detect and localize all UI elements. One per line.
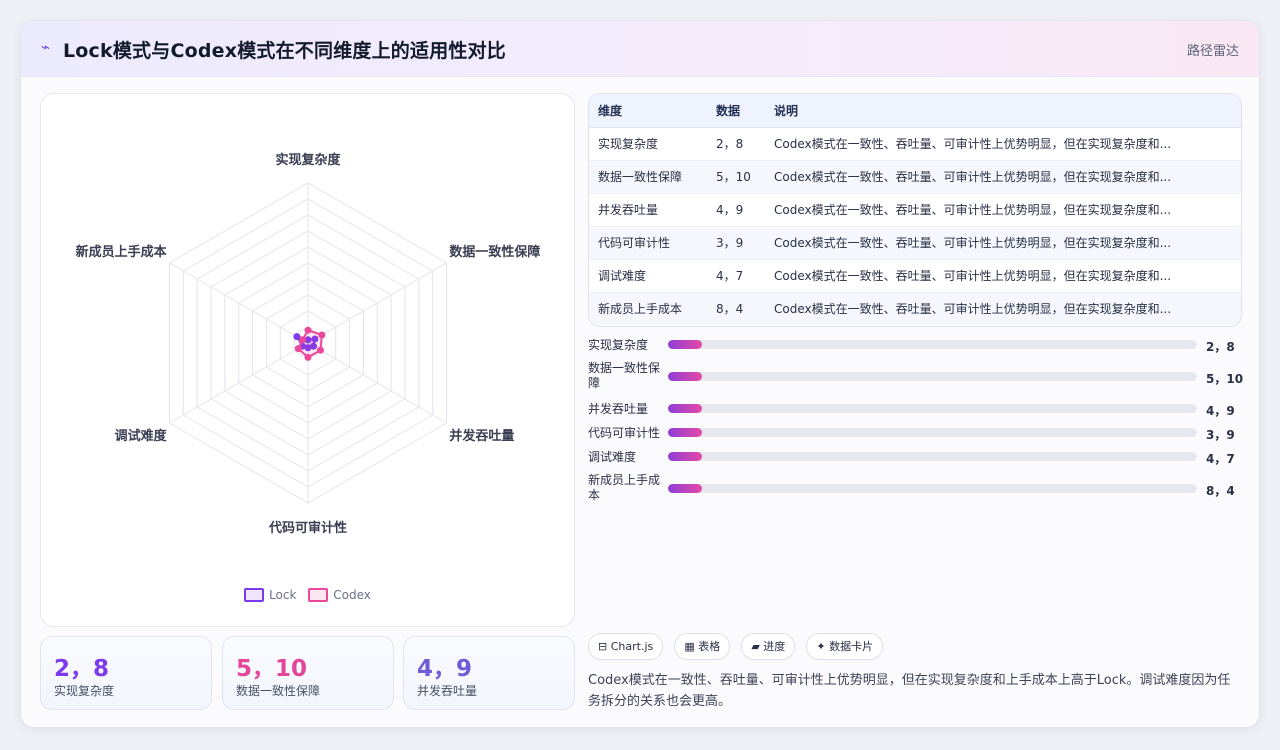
progress-track: [668, 404, 1197, 413]
progress-fill: [668, 340, 703, 349]
radar-chart: 实现复杂度数据一致性保障并发吞吐量代码可审计性 调试难度 新成员上手成本: [76, 152, 541, 536]
progress-track: [668, 340, 1197, 349]
cell-note: Codex模式在一致性、吞吐量、可审计性上优势明显，但在实现复杂度和...: [765, 193, 1241, 227]
radar-axis-label: 代码可审计性: [268, 520, 347, 536]
stat-card: 2，8 实现复杂度: [40, 636, 212, 710]
cell-dimension: 新成员上手成本: [598, 302, 683, 316]
progress-label: 实现复杂度: [588, 338, 649, 352]
cell-data: 2，8: [707, 127, 765, 161]
progress-value: 5，10: [1206, 372, 1244, 386]
progress-fill: [668, 452, 703, 461]
progress-value: 2，8: [1206, 340, 1235, 354]
tech-chips: ⊟ Chart.js ▦ 表格 ▰ 进度 ✦ 数据卡片: [588, 633, 889, 660]
header-tag: 路径雷达: [1186, 44, 1239, 59]
radar-point-codex: [304, 353, 312, 361]
stat-value: 5，10: [236, 656, 308, 682]
progress-fill: [668, 428, 703, 437]
cell-note: Codex模式在一致性、吞吐量、可审计性上优势明显，但在实现复杂度和...: [765, 160, 1241, 194]
table-row: 实现复杂度 2，8 Codex模式在一致性、吞吐量、可审计性上优势明显，但在实现复杂…: [589, 127, 1241, 161]
radar-point-codex: [316, 346, 324, 354]
progress-track: [668, 484, 1197, 493]
legend-swatch-codex: [308, 588, 329, 602]
page-title: Lock模式与Codex模式在不同维度上的适用性对比: [63, 40, 506, 62]
pulse-icon: ⌁: [41, 38, 51, 56]
cell-data: 4，9: [707, 193, 765, 227]
table-row: 代码可审计性 3，9 Codex模式在一致性、吞吐量、可审计性上优势明显，但在实现复…: [589, 226, 1241, 260]
radar-axis-label: 调试难度: [115, 428, 168, 444]
progress-value: 3，9: [1206, 428, 1235, 442]
radar-axis-label: 实现复杂度: [275, 152, 341, 168]
chip-progress[interactable]: ▰ 进度: [741, 633, 796, 660]
column-header: 说明: [765, 94, 1241, 128]
progress-label: 新成员上手成本: [588, 473, 661, 502]
stat-label: 实现复杂度: [54, 684, 115, 698]
legend-swatch-lock: [244, 588, 265, 602]
radar-point-codex: [294, 345, 302, 353]
chip-data-cards[interactable]: ✦ 数据卡片: [806, 633, 884, 660]
column-header: 数据: [707, 94, 765, 128]
cell-note: Codex模式在一致性、吞吐量、可审计性上优势明显，但在实现复杂度和...: [774, 302, 1172, 316]
stat-label: 并发吞吐量: [417, 684, 478, 698]
radar-axis-label: 新成员上手成本: [76, 244, 167, 260]
progress-label: 并发吞吐量: [588, 402, 649, 416]
header: ⌁ Lock模式与Codex模式在不同维度上的适用性对比 路径雷达: [21, 21, 1259, 77]
summary-text: Codex模式在一致性、吞吐量、可审计性上优势明显，但在实现复杂度和上手成本上高…: [588, 673, 1231, 709]
radar-point-codex: [304, 326, 312, 334]
progress-value: 4，7: [1206, 452, 1235, 466]
progress-fill: [668, 484, 703, 493]
cell-note: Codex模式在一致性、吞吐量、可审计性上优势明显，但在实现复杂度和...: [765, 259, 1241, 293]
legend-label-lock: Lock: [269, 588, 297, 602]
progress-fill: [668, 404, 703, 413]
progress-track: [668, 428, 1197, 437]
progress-track: [668, 452, 1197, 461]
legend-item-lock[interactable]: Lock: [244, 588, 296, 602]
table-row: 调试难度 4，7 Codex模式在一致性、吞吐量、可审计性上优势明显，但在实现复杂度…: [589, 259, 1241, 293]
cell-dimension: 实现复杂度: [589, 127, 707, 161]
cell-data: 4，7: [707, 259, 765, 293]
cell-dimension: 调试难度: [589, 259, 707, 293]
radar-point-codex: [298, 336, 306, 344]
progress-track: [668, 372, 1197, 381]
cell-dimension: 代码可审计性: [589, 226, 707, 260]
progress-value: 8，4: [1206, 484, 1235, 498]
progress-label: 数据一致性保障: [588, 361, 661, 390]
progress-label: 代码可审计性: [588, 426, 661, 440]
chip-chartjs[interactable]: ⊟ Chart.js: [588, 633, 664, 660]
cell-dimension: 并发吞吐量: [589, 193, 707, 227]
radar-axis-label: 数据一致性保障: [449, 244, 540, 260]
table-row: 数据一致性保障 5，10 Codex模式在一致性、吞吐量、可审计性上优势明显，但在实…: [589, 160, 1241, 194]
table-header-row: 维度 数据 说明: [589, 94, 1241, 128]
cell-note: Codex模式在一致性、吞吐量、可审计性上优势明显，但在实现复杂度和...: [765, 226, 1241, 260]
chip-table[interactable]: ▦ 表格: [674, 633, 731, 660]
progress-fill: [668, 372, 703, 381]
radar-axis-label: 并发吞吐量: [449, 428, 514, 444]
data-table: 维度 数据 说明 实现复杂度 2，8 Codex模式在一致性、吞吐量、可审计性上优势…: [588, 93, 1242, 327]
radar-chart-panel: 实现复杂度数据一致性保障 并发吞吐量代码可审计性 调试难度 新成员上手成本 Lock …: [40, 93, 575, 627]
progress-label: 调试难度: [588, 450, 637, 464]
cell-dimension: 数据一致性保障: [589, 160, 707, 194]
chart-legend: Lock Codex: [41, 588, 574, 602]
cell-note: Codex模式在一致性、吞吐量、可审计性上优势明显，但在实现复杂度和...: [765, 127, 1241, 161]
progress-value: 4，9: [1206, 404, 1235, 418]
radar-point-codex: [318, 331, 326, 339]
cell-data: 3，9: [707, 226, 765, 260]
legend-item-codex[interactable]: Codex: [308, 588, 371, 602]
stat-card: 5，10 数据一致性保障: [222, 636, 394, 710]
main-card: ⌁ Lock模式与Codex模式在不同维度上的适用性对比 路径雷达 实现复杂度数…: [20, 20, 1260, 728]
legend-label-codex: Codex: [333, 588, 371, 602]
stat-label: 数据一致性保障: [236, 684, 321, 698]
table-row: 新成员上手成本 8，4 Codex模式在一致性、吞吐量、可审计性上优势明显，但在实现…: [589, 292, 1241, 325]
cell-data: 5，10: [707, 160, 765, 194]
stat-card: 4，9 并发吞吐量: [403, 636, 575, 710]
table-row: 并发吞吐量 4，9 Codex模式在一致性、吞吐量、可审计性上优势明显，但在实现复杂…: [589, 193, 1241, 227]
stat-value: 4，9: [417, 656, 473, 682]
cell-data: 8，4: [716, 302, 744, 316]
stat-value: 2，8: [54, 656, 110, 682]
column-header: 维度: [589, 94, 707, 128]
